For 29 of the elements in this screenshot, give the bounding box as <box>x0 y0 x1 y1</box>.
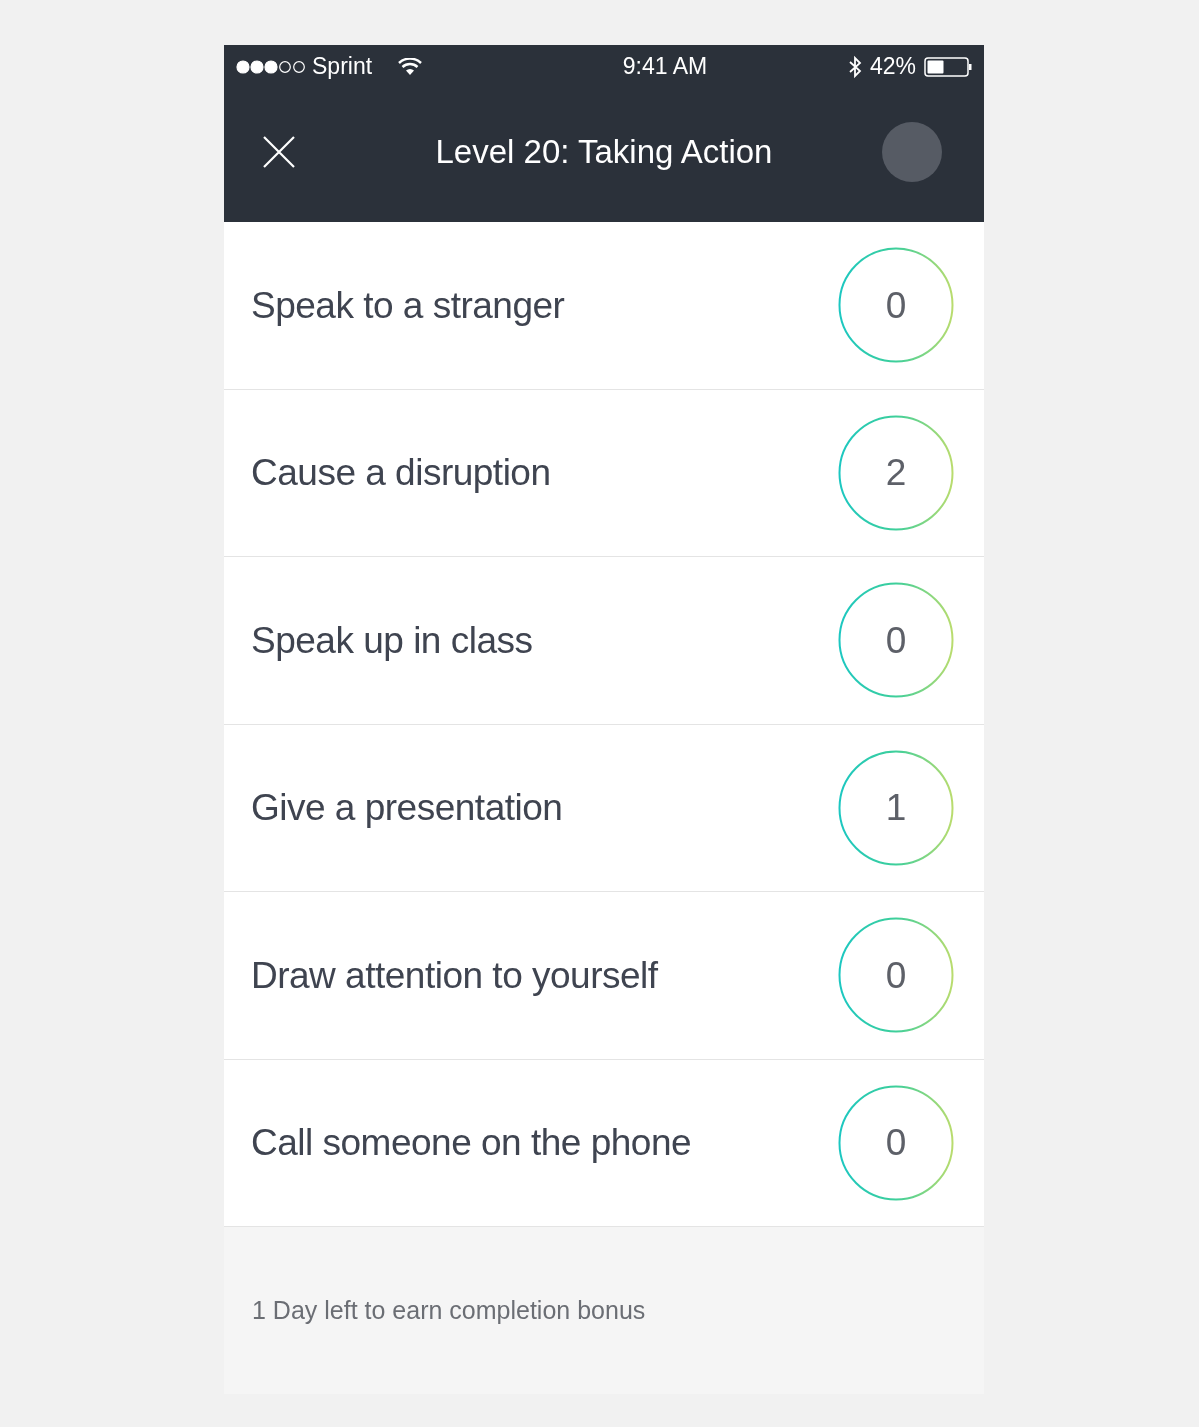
task-label: Cause a disruption <box>251 451 551 495</box>
close-button[interactable] <box>262 135 296 169</box>
signal-icon <box>236 59 306 74</box>
count-button[interactable]: 0 <box>838 247 954 364</box>
task-label: Call someone on the phone <box>251 1121 692 1165</box>
wifi-icon <box>398 57 423 76</box>
count-button[interactable]: 0 <box>838 917 954 1034</box>
status-time: 9:41 AM <box>622 52 708 82</box>
carrier-name: Sprint <box>312 52 373 82</box>
task-row[interactable]: Call someone on the phone 0 <box>224 1059 984 1227</box>
task-row[interactable]: Cause a disruption 2 <box>224 389 984 557</box>
task-row[interactable]: Give a presentation 1 <box>224 724 984 892</box>
bonus-message: 1 Day left to earn completion bonus <box>252 1294 646 1326</box>
task-label: Speak to a stranger <box>251 283 565 328</box>
task-row[interactable]: Speak to a stranger 0 <box>224 222 984 390</box>
battery-percent: 42% <box>869 52 916 82</box>
task-label: Speak up in class <box>251 618 533 663</box>
count-button[interactable]: 1 <box>838 749 954 866</box>
battery-icon <box>924 56 972 77</box>
task-row[interactable]: Draw attention to yourself 0 <box>224 892 984 1060</box>
task-label: Draw attention to yourself <box>251 953 658 998</box>
task-label: Give a presentation <box>251 786 563 830</box>
count-button[interactable]: 0 <box>838 1084 954 1201</box>
count-button[interactable]: 0 <box>838 582 954 699</box>
count-button[interactable]: 2 <box>838 414 954 531</box>
task-row[interactable]: Speak up in class 0 <box>224 557 984 725</box>
close-icon <box>263 136 295 168</box>
bluetooth-icon <box>847 54 862 79</box>
screen-title: Level 20: Taking Action <box>435 132 773 173</box>
